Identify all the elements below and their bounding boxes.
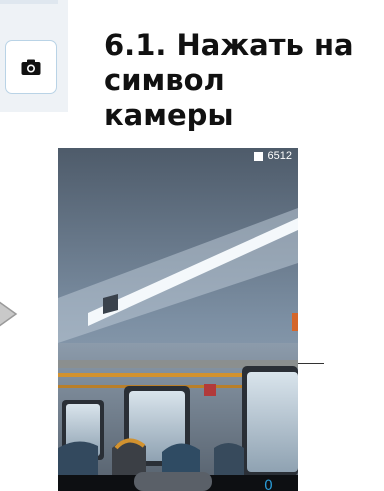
step-instruction-heading: 6.1. Нажать на символ камеры — [104, 28, 379, 133]
camera-icon — [21, 59, 41, 75]
instruction-page: 6.1. Нажать на символ камеры 6512 0 — [0, 0, 384, 491]
instruction-line-2: символ — [104, 63, 225, 97]
callout-line — [298, 363, 324, 364]
instruction-line-3: камеры — [104, 98, 234, 132]
toolbar-divider — [0, 0, 58, 4]
camera-preview-screenshot: 6512 — [58, 148, 298, 491]
toolbar-panel — [0, 0, 68, 112]
arrow-right-icon — [0, 301, 18, 327]
sd-card-icon — [253, 151, 263, 161]
train-interior-scene — [58, 148, 298, 491]
status-counter: 6512 — [267, 150, 292, 162]
marker-glyph: 0 — [264, 478, 273, 491]
instruction-line-1: 6.1. Нажать на — [104, 28, 354, 62]
phone-status-bar: 6512 — [253, 150, 292, 162]
camera-button[interactable] — [5, 40, 57, 94]
